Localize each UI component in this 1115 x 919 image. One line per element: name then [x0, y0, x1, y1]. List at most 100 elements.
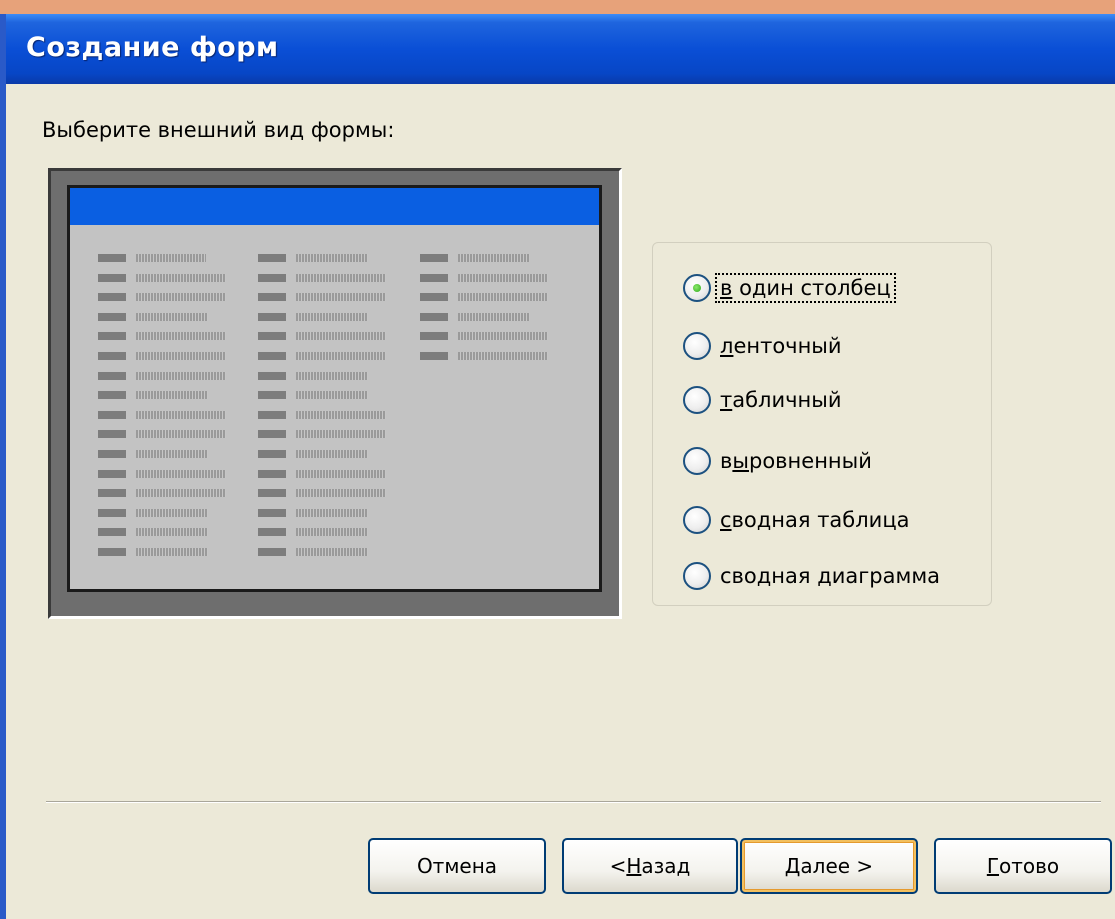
- form-preview: [48, 168, 622, 619]
- preview-field-label: [98, 430, 126, 439]
- preview-field-value: [136, 410, 226, 419]
- preview-field-value: [136, 352, 226, 360]
- preview-field-label: [98, 469, 126, 478]
- preview-field-label: [420, 352, 448, 360]
- cancel-button[interactable]: Отмена: [368, 838, 546, 894]
- preview-field-value: [136, 254, 206, 262]
- back-button[interactable]: < Назад: [562, 838, 738, 894]
- layout-prompt: Выберите внешний вид формы:: [42, 118, 395, 142]
- preview-field-value: [296, 508, 368, 517]
- preview-field-label: [98, 293, 126, 302]
- preview-field-label: [258, 528, 286, 537]
- preview-field-label: [98, 410, 126, 419]
- option-justified-label: выровненный: [720, 449, 872, 473]
- option-columnar[interactable]: в один столбец: [683, 271, 896, 305]
- option-pivot-table[interactable]: сводная таблица: [683, 503, 912, 537]
- preview-field-label: [258, 391, 286, 400]
- option-pivot-chart-label: сводная диаграмма: [720, 564, 941, 588]
- preview-field-label: [258, 430, 286, 439]
- preview-field-value: [296, 528, 368, 537]
- preview-field-label: [258, 332, 286, 341]
- preview-field-value: [296, 469, 386, 478]
- option-pivot-chart[interactable]: сводная диаграмма: [683, 559, 943, 593]
- preview-field-value: [296, 450, 368, 458]
- preview-field-value: [136, 312, 208, 321]
- finish-button[interactable]: Готово: [934, 838, 1112, 894]
- preview-field-value: [458, 332, 548, 341]
- radio-columnar[interactable]: [683, 274, 711, 302]
- preview-field-label: [98, 548, 126, 556]
- preview-field-label: [258, 469, 286, 478]
- preview-field-value: [296, 391, 368, 400]
- preview-field-label: [98, 332, 126, 341]
- radio-justified[interactable]: [683, 447, 711, 475]
- option-tabular-ribbon-label: ленточный: [720, 334, 842, 358]
- option-tabular-ribbon[interactable]: ленточный: [683, 329, 845, 363]
- radio-datasheet[interactable]: [683, 386, 711, 414]
- preview-field-label: [258, 508, 286, 517]
- preview-field-value: [296, 410, 386, 419]
- preview-field-label: [98, 371, 126, 380]
- radio-pivot-chart[interactable]: [683, 562, 711, 590]
- preview-field-label: [98, 489, 126, 498]
- preview-field-value: [296, 293, 386, 302]
- preview-field-label: [258, 352, 286, 360]
- option-columnar-label: в один столбец: [715, 273, 896, 303]
- preview-field-label: [98, 508, 126, 517]
- preview-field-value: [136, 371, 226, 380]
- preview-field-value: [136, 528, 208, 537]
- preview-field-value: [296, 430, 386, 439]
- button-separator: [46, 801, 1101, 803]
- preview-field-value: [136, 548, 208, 556]
- option-justified[interactable]: выровненный: [683, 444, 875, 478]
- preview-field-value: [458, 254, 530, 262]
- preview-field-value: [136, 391, 208, 400]
- preview-field-label: [98, 254, 126, 262]
- next-button[interactable]: Далее >: [740, 838, 918, 894]
- radio-tabular-ribbon[interactable]: [683, 332, 711, 360]
- preview-field-label: [420, 254, 448, 262]
- preview-field-label: [98, 450, 126, 458]
- preview-field-value: [458, 352, 548, 360]
- preview-field-label: [98, 312, 126, 321]
- preview-field-value: [136, 489, 226, 498]
- preview-field-label: [98, 528, 126, 537]
- preview-field-label: [258, 312, 286, 321]
- preview-field-label: [258, 410, 286, 419]
- preview-field-label: [258, 450, 286, 458]
- preview-field-value: [136, 293, 226, 302]
- preview-field-value: [136, 273, 226, 282]
- preview-field-value: [458, 273, 548, 282]
- preview-field-value: [296, 312, 368, 321]
- preview-field-value: [296, 254, 368, 262]
- preview-field-label: [420, 293, 448, 302]
- preview-field-label: [258, 254, 286, 262]
- preview-field-value: [136, 450, 208, 458]
- preview-field-label: [420, 312, 448, 321]
- preview-field-value: [296, 489, 386, 498]
- preview-field-label: [258, 548, 286, 556]
- preview-field-value: [296, 548, 368, 556]
- form-preview-header: [70, 188, 599, 225]
- option-datasheet-label: табличный: [720, 388, 842, 412]
- radio-pivot-table[interactable]: [683, 506, 711, 534]
- preview-field-label: [98, 391, 126, 400]
- dialog-title: Создание форм: [26, 32, 279, 63]
- preview-field-value: [136, 508, 208, 517]
- form-preview-canvas: [67, 185, 602, 592]
- preview-field-value: [296, 371, 368, 380]
- preview-field-label: [98, 273, 126, 282]
- preview-field-value: [136, 332, 226, 341]
- preview-field-label: [258, 371, 286, 380]
- preview-field-value: [458, 293, 548, 302]
- preview-field-value: [458, 312, 530, 321]
- preview-field-value: [136, 469, 226, 478]
- preview-field-label: [258, 293, 286, 302]
- preview-field-label: [420, 332, 448, 341]
- form-wizard-dialog: Создание форм Выберите внешний вид формы…: [0, 14, 1115, 919]
- title-bar[interactable]: Создание форм: [6, 14, 1115, 84]
- preview-field-label: [420, 273, 448, 282]
- layout-options-group: в один столбец ленточный табличный выров…: [652, 242, 992, 606]
- option-datasheet[interactable]: табличный: [683, 383, 845, 417]
- preview-field-label: [258, 489, 286, 498]
